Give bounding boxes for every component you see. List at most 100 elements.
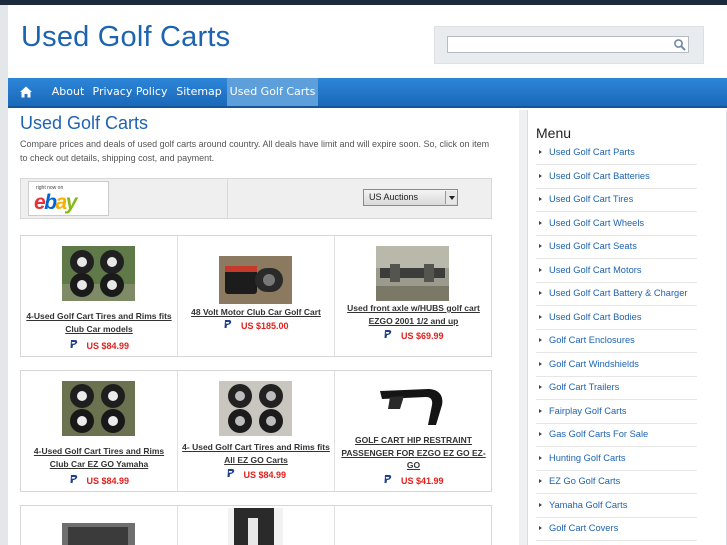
ebay-wordmark: ebay xyxy=(34,191,77,214)
sidebar-menu-item[interactable]: Used Golf Cart Wheels xyxy=(536,212,697,236)
search-box xyxy=(434,26,704,64)
nav-privacy-policy[interactable]: Privacy Policy xyxy=(92,78,168,106)
four-tires-image[interactable] xyxy=(62,381,135,436)
four-tires-image[interactable] xyxy=(219,381,292,436)
sidebar-menu-label: Fairplay Golf Carts xyxy=(549,405,627,416)
product-title[interactable]: 4- Used Golf Cart Tires and Rims fits Al… xyxy=(182,441,330,466)
sidebar-menu-item[interactable]: EZ Go Golf Carts xyxy=(536,470,697,494)
paypal-icon xyxy=(70,340,78,348)
product-card[interactable]: 4-Used Golf Cart Tires and Rims Club Car… xyxy=(21,371,178,491)
nav-about[interactable]: About xyxy=(46,78,90,106)
axle-image[interactable] xyxy=(376,246,449,301)
sidebar-menu-item[interactable]: Gas Golf Carts For Sale xyxy=(536,423,697,447)
sidebar-menu-label: Yamaha Golf Carts xyxy=(549,499,628,510)
arrow-right-icon xyxy=(539,338,542,342)
product-row: 4-Used Golf Cart Tires and Rims Club Car… xyxy=(20,370,492,492)
arrow-right-icon xyxy=(539,455,542,460)
motor-image[interactable] xyxy=(219,256,292,304)
sidebar-menu-label: Used Golf Cart Battery & Charger xyxy=(549,288,688,298)
arrow-right-icon xyxy=(539,220,542,225)
arrow-right-icon xyxy=(539,361,542,366)
auction-region-value: US Auctions xyxy=(369,192,419,202)
site-title[interactable]: Used Golf Carts xyxy=(21,21,230,54)
product-card[interactable]: Used front axle w/HUBS golf cart EZGO 20… xyxy=(335,236,492,356)
ebay-logo[interactable]: right now on ebay xyxy=(28,181,109,216)
product-image[interactable] xyxy=(62,523,135,545)
sidebar-menu-item[interactable]: Used Golf Cart Battery & Charger xyxy=(536,282,697,306)
nav-used-golf-carts[interactable]: Used Golf Carts xyxy=(227,78,318,106)
sidebar-menu-label: Used Golf Cart Seats xyxy=(549,241,637,251)
product-card[interactable] xyxy=(178,506,335,545)
four-tires-image[interactable] xyxy=(62,246,135,301)
product-card[interactable] xyxy=(335,506,492,545)
page-description: Compare prices and deals of used golf ca… xyxy=(20,139,490,163)
magnifier-icon[interactable] xyxy=(673,38,687,52)
arrow-right-icon xyxy=(539,385,542,389)
product-price: US $41.99 xyxy=(335,475,492,486)
product-card[interactable]: 48 Volt Motor Club Car Golf Cart US $185… xyxy=(178,236,335,356)
product-title[interactable]: 4-Used Golf Cart Tires and Rims Club Car… xyxy=(25,445,173,470)
sidebar-menu-item[interactable]: Fairplay Golf Carts xyxy=(536,400,697,424)
main-nav: About Privacy Policy Sitemap Used Golf C… xyxy=(8,78,727,108)
product-price: US $84.99 xyxy=(178,469,334,480)
sidebar-title: Menu xyxy=(536,125,572,141)
arrow-right-icon xyxy=(539,479,542,483)
paypal-icon xyxy=(70,475,78,483)
product-row: 4-Used Golf Cart Tires and Rims fits Clu… xyxy=(20,235,492,357)
arrow-right-icon xyxy=(539,150,542,154)
sidebar-menu-item[interactable]: Golf Cart Enclosures xyxy=(536,329,697,353)
sidebar-menu-label: EZ Go Golf Carts xyxy=(549,476,621,486)
arrow-right-icon xyxy=(539,314,542,319)
sidebar-menu-label: Golf Cart Windshields xyxy=(549,358,639,369)
product-image[interactable] xyxy=(228,508,283,545)
product-card[interactable]: GOLF CART HIP RESTRAINT PASSENGER FOR EZ… xyxy=(335,371,492,491)
arrow-right-icon xyxy=(539,526,542,530)
sidebar-menu-label: Golf Cart Trailers xyxy=(549,382,620,392)
chevron-down-icon[interactable] xyxy=(445,191,456,204)
arrow-right-icon xyxy=(539,432,542,436)
sidebar-menu-label: Used Golf Cart Wheels xyxy=(549,217,645,228)
product-card[interactable]: 4- Used Golf Cart Tires and Rims fits Al… xyxy=(178,371,335,491)
sidebar-menu-item[interactable]: Used Golf Cart Tires xyxy=(536,188,697,212)
arrow-right-icon xyxy=(539,244,542,248)
sidebar-menu-label: Used Golf Cart Motors xyxy=(549,264,642,275)
nav-home[interactable] xyxy=(8,78,44,106)
sidebar-menu-item[interactable]: Used Golf Cart Parts xyxy=(536,141,697,165)
sidebar-menu-item[interactable]: Golf Cart Trailers xyxy=(536,376,697,400)
sidebar-menu-label: Used Golf Cart Tires xyxy=(549,194,634,204)
sidebar-menu-item[interactable]: Hunting Golf Carts xyxy=(536,447,697,471)
home-icon[interactable] xyxy=(8,78,44,106)
product-price: US $185.00 xyxy=(178,320,334,331)
page: Used Golf Carts About Privacy Policy Sit… xyxy=(8,5,727,545)
hip-restraint-image[interactable] xyxy=(376,379,449,431)
product-title[interactable]: Used front axle w/HUBS golf cart EZGO 20… xyxy=(339,302,488,327)
product-title[interactable]: 48 Volt Motor Club Car Golf Cart xyxy=(182,306,330,319)
auction-region-select[interactable]: US Auctions xyxy=(363,189,458,206)
sidebar-menu-item[interactable]: Golf Cart Windshields xyxy=(536,353,697,377)
paypal-icon xyxy=(224,320,232,328)
sidebar-menu-item[interactable]: Golf Cart Covers xyxy=(536,517,697,541)
product-card[interactable] xyxy=(21,506,178,545)
sidebar-menu-item[interactable]: Used Golf Cart Batteries xyxy=(536,165,697,189)
sidebar-menu-label: Golf Cart Enclosures xyxy=(549,335,635,345)
sidebar-gutter xyxy=(519,110,527,545)
paypal-icon xyxy=(384,475,392,483)
arrow-right-icon xyxy=(539,408,542,413)
sidebar-menu-item[interactable]: Yamaha Golf Carts xyxy=(536,494,697,518)
sidebar-menu-label: Hunting Golf Carts xyxy=(549,452,626,463)
product-title[interactable]: GOLF CART HIP RESTRAINT PASSENGER FOR EZ… xyxy=(339,434,488,472)
sidebar-menu-item[interactable]: Used Golf Cart Motors xyxy=(536,259,697,283)
sidebar: Menu Used Golf Cart Parts Used Golf Cart … xyxy=(527,110,727,545)
paypal-icon xyxy=(227,469,235,477)
arrow-right-icon xyxy=(539,502,542,507)
page-title: Used Golf Carts xyxy=(20,113,149,133)
product-title[interactable]: 4-Used Golf Cart Tires and Rims fits Clu… xyxy=(25,310,173,335)
search-input[interactable] xyxy=(447,36,689,53)
sidebar-menu-label: Golf Cart Covers xyxy=(549,523,619,533)
product-card[interactable]: 4-Used Golf Cart Tires and Rims fits Clu… xyxy=(21,236,178,356)
sidebar-menu-item[interactable]: Used Golf Cart Bodies xyxy=(536,306,697,330)
nav-sitemap[interactable]: Sitemap xyxy=(173,78,225,106)
sidebar-menu-item[interactable]: Used Golf Cart Seats xyxy=(536,235,697,259)
paypal-icon xyxy=(384,330,392,338)
product-price: US $69.99 xyxy=(335,330,492,341)
